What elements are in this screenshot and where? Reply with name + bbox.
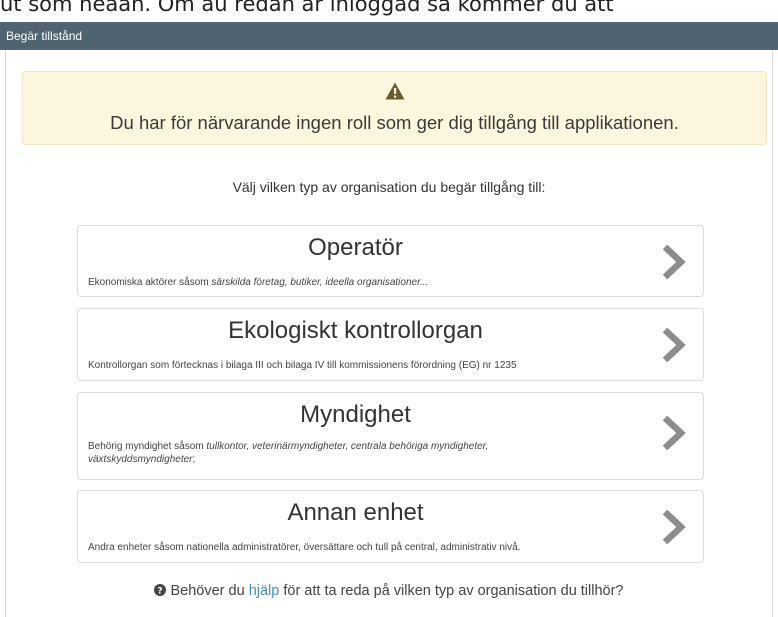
option-description: Kontrollorgan som förtecknas i bilaga II… <box>88 360 517 371</box>
option-operator[interactable]: Operatör Ekonomiska aktörer såsom särski… <box>77 225 704 297</box>
option-description: Andra enheter såsom nationella administr… <box>88 542 521 553</box>
warning-triangle-icon <box>385 82 405 100</box>
chevron-right-icon <box>662 244 686 280</box>
option-description: Ekonomiska aktörer såsom särskilda föret… <box>88 277 429 288</box>
alert-message: Du har för närvarande ingen roll som ger… <box>110 112 679 133</box>
organisation-type-prompt: Välj vilken typ av organisation du begär… <box>232 179 546 195</box>
chevron-right-icon <box>662 415 686 451</box>
no-role-alert: Du har för närvarande ingen roll som ger… <box>22 71 767 145</box>
option-title: Annan enhet <box>287 499 424 526</box>
question-circle-icon: ? <box>154 584 167 596</box>
option-other-entity[interactable]: Annan enhet Andra enheter såsom nationel… <box>77 490 704 563</box>
svg-text:?: ? <box>158 586 163 596</box>
dialog-header: Begär tillstånd <box>0 22 778 50</box>
help-link[interactable]: hjälp <box>249 583 280 599</box>
option-title: Myndighet <box>300 401 411 428</box>
option-title: Operatör <box>308 234 403 261</box>
option-authority[interactable]: Myndighet Behörig myndighet såsom tullko… <box>77 392 704 480</box>
option-description: Behörig myndighet såsom tullkontor, vete… <box>88 441 489 465</box>
dialog-title: Begär tillstånd <box>6 29 83 43</box>
help-text: ? Behöver du hjälp för att ta reda på vi… <box>0 583 778 599</box>
option-title: Ekologiskt kontrollorgan <box>228 317 483 344</box>
background-page-text: ut som neaan. Om au redan ar inioggad sa… <box>0 0 614 16</box>
option-control-body[interactable]: Ekologiskt kontrollorgan Kontrollorgan s… <box>77 308 704 381</box>
chevron-right-icon <box>662 327 686 363</box>
chevron-right-icon <box>662 509 686 545</box>
